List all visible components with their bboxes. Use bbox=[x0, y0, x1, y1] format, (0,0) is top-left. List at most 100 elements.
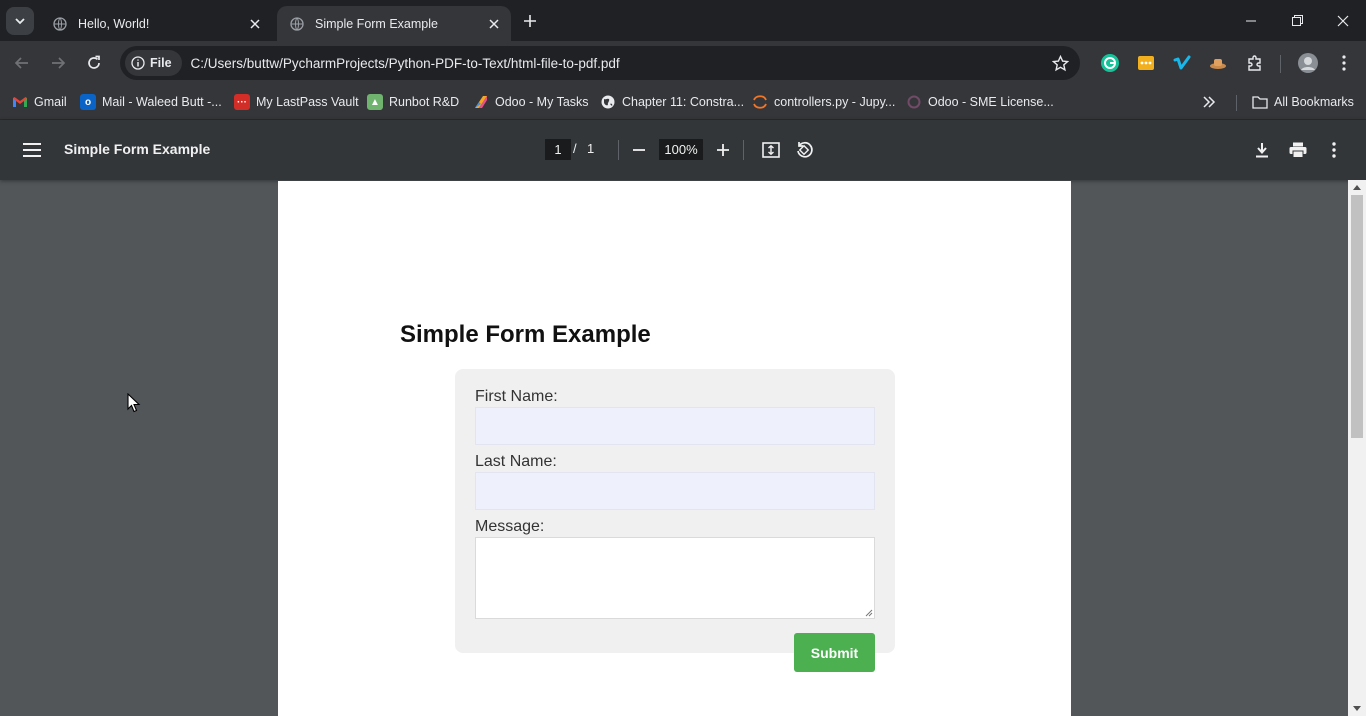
extensions-menu-button[interactable] bbox=[1243, 51, 1267, 75]
all-bookmarks-label: All Bookmarks bbox=[1274, 95, 1354, 109]
bookmarks-bar: Gmail o Mail - Waleed Butt -... ··· My L… bbox=[0, 85, 1366, 120]
bookmark-label: My LastPass Vault bbox=[256, 95, 359, 109]
close-icon bbox=[1337, 15, 1349, 26]
close-tab-icon[interactable] bbox=[245, 14, 265, 34]
bookmark-label: Mail - Waleed Butt -... bbox=[102, 95, 222, 109]
avatar bbox=[1298, 53, 1318, 73]
double-chevron-right-icon bbox=[1203, 96, 1216, 108]
bookmark-outlook-mail[interactable]: o Mail - Waleed Butt -... bbox=[80, 91, 222, 113]
bookmark-label: Odoo - My Tasks bbox=[495, 95, 589, 109]
outlook-icon: o bbox=[80, 94, 96, 110]
grammarly-extension-button[interactable] bbox=[1098, 51, 1122, 75]
restore-button[interactable] bbox=[1274, 0, 1320, 41]
kebab-menu-icon bbox=[1332, 142, 1336, 158]
tab-strip: Hello, World! Simple Form Example bbox=[0, 0, 1366, 41]
bookmark-star-button[interactable] bbox=[1050, 53, 1070, 73]
forward-button[interactable] bbox=[44, 49, 72, 77]
url-text[interactable]: C:/Users/buttw/PycharmProjects/Python-PD… bbox=[191, 56, 620, 71]
vertical-scrollbar[interactable] bbox=[1348, 180, 1366, 716]
rotate-counterclockwise-icon bbox=[797, 141, 813, 158]
page-separator: / bbox=[573, 141, 577, 156]
scroll-down-arrow[interactable] bbox=[1348, 702, 1366, 716]
rotate-button[interactable] bbox=[791, 137, 817, 163]
triangle-down-icon bbox=[1353, 706, 1361, 711]
vimeo-icon bbox=[1173, 55, 1191, 70]
lastpass-extension-button[interactable] bbox=[1134, 51, 1158, 75]
form-container: First Name: Last Name: Message: bbox=[455, 369, 895, 653]
bookmark-odoo-sme[interactable]: Odoo - SME License... bbox=[906, 91, 1054, 113]
globe-icon bbox=[600, 94, 616, 110]
tab-simple-form-example[interactable]: Simple Form Example bbox=[277, 6, 511, 41]
odoo-tasks-icon bbox=[473, 94, 489, 110]
minimize-icon bbox=[1246, 20, 1256, 21]
pdf-sidebar-toggle[interactable] bbox=[20, 139, 44, 161]
bookmark-jupyter[interactable]: controllers.py - Jupy... bbox=[752, 91, 895, 113]
fit-page-icon bbox=[762, 142, 780, 158]
download-icon bbox=[1256, 143, 1268, 158]
grammarly-icon bbox=[1101, 54, 1119, 72]
runbot-icon: ▲ bbox=[367, 94, 383, 110]
arrow-left-icon bbox=[14, 57, 28, 69]
fit-to-page-button[interactable] bbox=[758, 137, 784, 163]
triangle-up-icon bbox=[1353, 185, 1361, 190]
bookmark-runbot[interactable]: ▲ Runbot R&D bbox=[367, 91, 459, 113]
bookmark-chapter-11[interactable]: Chapter 11: Constra... bbox=[600, 91, 744, 113]
total-pages: 1 bbox=[587, 141, 595, 156]
resize-handle-icon bbox=[865, 609, 873, 617]
message-textarea[interactable] bbox=[475, 537, 875, 619]
back-button[interactable] bbox=[8, 49, 36, 77]
reload-button[interactable] bbox=[80, 49, 108, 77]
address-bar[interactable]: File C:/Users/buttw/PycharmProjects/Pyth… bbox=[120, 46, 1080, 80]
zoom-out-button[interactable] bbox=[626, 137, 652, 163]
gmail-icon bbox=[12, 94, 28, 110]
bookmark-label: Runbot R&D bbox=[389, 95, 460, 109]
plus-icon bbox=[717, 144, 729, 156]
submit-button[interactable]: Submit bbox=[794, 633, 875, 672]
browser-menu-button[interactable] bbox=[1332, 51, 1356, 75]
new-tab-button[interactable] bbox=[518, 9, 542, 33]
hamburger-menu-icon bbox=[23, 143, 41, 157]
download-button[interactable] bbox=[1249, 137, 1275, 163]
kebab-menu-icon bbox=[1342, 55, 1346, 71]
minimize-button[interactable] bbox=[1228, 0, 1274, 41]
scroll-up-arrow[interactable] bbox=[1348, 180, 1366, 194]
tab-title: Hello, World! bbox=[78, 16, 150, 31]
mouse-cursor-icon bbox=[127, 393, 141, 413]
bookmark-label: Gmail bbox=[34, 95, 67, 109]
jupyter-icon bbox=[752, 94, 768, 110]
site-info-chip[interactable]: File bbox=[125, 50, 182, 76]
profile-button[interactable] bbox=[1296, 51, 1320, 75]
puzzle-icon bbox=[1248, 55, 1261, 71]
tab-search-button[interactable] bbox=[6, 7, 34, 35]
bookmark-gmail[interactable]: Gmail bbox=[12, 91, 67, 113]
site-info-label: File bbox=[150, 56, 172, 70]
last-name-field[interactable] bbox=[475, 472, 875, 510]
bookmark-odoo-tasks[interactable]: Odoo - My Tasks bbox=[473, 91, 589, 113]
pdf-viewer-toolbar: Simple Form Example 1 / 1 100% bbox=[0, 120, 1366, 180]
print-button[interactable] bbox=[1285, 137, 1311, 163]
pdf-more-options-button[interactable] bbox=[1321, 137, 1347, 163]
minus-icon bbox=[633, 149, 645, 151]
tab-title: Simple Form Example bbox=[315, 16, 438, 31]
scrollbar-thumb[interactable] bbox=[1351, 195, 1363, 438]
vimeo-extension-button[interactable] bbox=[1170, 51, 1194, 75]
toolbar-separator bbox=[618, 140, 619, 160]
close-tab-icon[interactable] bbox=[484, 14, 504, 34]
more-bookmarks-button[interactable] bbox=[1202, 91, 1216, 113]
tab-hello-world[interactable]: Hello, World! bbox=[40, 6, 272, 41]
pdf-document-title: Simple Form Example bbox=[64, 141, 211, 157]
extension-button[interactable] bbox=[1206, 51, 1230, 75]
zoom-level-input[interactable]: 100% bbox=[659, 139, 703, 160]
page-number-input[interactable]: 1 bbox=[545, 139, 571, 160]
navigation-toolbar: File C:/Users/buttw/PycharmProjects/Pyth… bbox=[0, 41, 1366, 85]
lastpass-icon: ··· bbox=[234, 94, 250, 110]
bookmarks-divider bbox=[1236, 95, 1237, 111]
globe-icon bbox=[289, 16, 305, 32]
bookmark-lastpass[interactable]: ··· My LastPass Vault bbox=[234, 91, 359, 113]
password-manager-icon bbox=[1138, 56, 1154, 70]
all-bookmarks-button[interactable]: All Bookmarks bbox=[1252, 91, 1354, 113]
first-name-field[interactable] bbox=[475, 407, 875, 445]
zoom-in-button[interactable] bbox=[710, 137, 736, 163]
close-window-button[interactable] bbox=[1320, 0, 1366, 41]
reload-icon bbox=[88, 55, 100, 69]
